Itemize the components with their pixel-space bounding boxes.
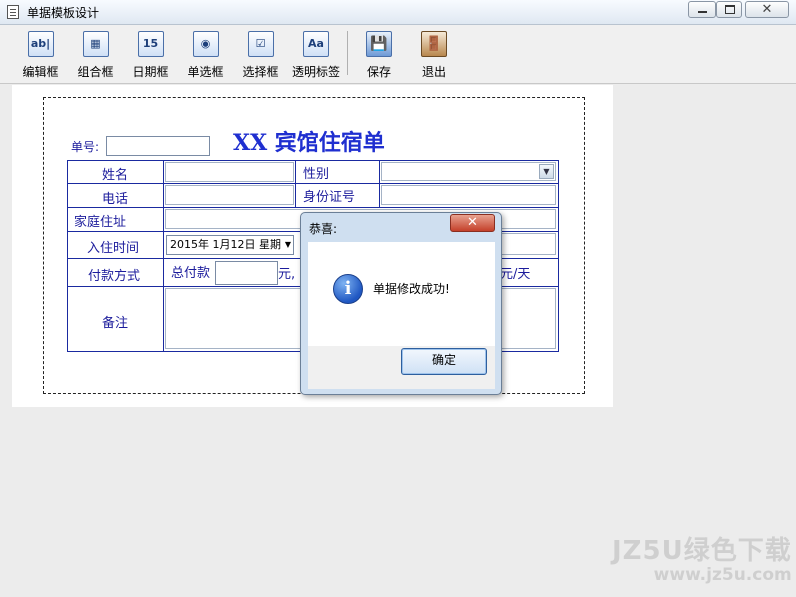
name-label: 姓名 — [102, 168, 129, 183]
radio-icon: ◉ — [192, 31, 219, 57]
number-input[interactable] — [106, 136, 210, 156]
tool-label: 单选框 — [187, 65, 224, 79]
gender-label: 性别 — [303, 167, 330, 182]
edit-box-tool-button[interactable]: ab| 编辑框 — [18, 31, 63, 83]
minimize-button[interactable] — [688, 1, 716, 18]
tool-label: 退出 — [421, 65, 446, 79]
window-title: 单据模板设计 — [27, 6, 100, 20]
textbox-icon: ab| — [27, 31, 54, 57]
exit-door-icon: 🚪 — [421, 31, 447, 57]
total-input[interactable] — [215, 261, 278, 285]
phone-input[interactable] — [165, 185, 294, 205]
dialog-title: 恭喜: — [309, 222, 338, 236]
dialog-close-button[interactable]: ✕ — [450, 214, 495, 232]
form-heading[interactable]: XX 宾馆住宿单 — [233, 125, 385, 157]
address-label: 家庭住址 — [74, 215, 127, 230]
number-label: 单号: — [71, 140, 100, 154]
toolbar-separator — [347, 31, 348, 75]
message-dialog: 恭喜: ✕ i 单据修改成功! 确定 — [300, 212, 502, 395]
save-icon: 💾 — [366, 31, 392, 57]
checkin-time-label: 入住时间 — [87, 241, 140, 256]
tool-label: 日期框 — [132, 65, 169, 79]
id-card-input[interactable] — [381, 185, 556, 205]
date-value: 2015年 1月12日 星期 — [170, 238, 281, 251]
combo-box-tool-button[interactable]: ▦ 组合框 — [73, 31, 118, 83]
chevron-down-icon[interactable]: ▼ — [539, 164, 554, 179]
watermark-line2: www.jz5u.com — [653, 565, 792, 585]
phone-label: 电话 — [102, 192, 129, 207]
ok-button[interactable]: 确定 — [401, 348, 487, 375]
dialog-message: 单据修改成功! — [373, 282, 450, 296]
check-box-tool-button[interactable]: ☑ 选择框 — [238, 31, 283, 83]
id-card-label: 身份证号 — [303, 190, 356, 205]
checkin-date-picker[interactable]: 2015年 1月12日 星期 ▼ — [166, 235, 294, 255]
info-icon: i — [333, 274, 363, 304]
remark-label: 备注 — [102, 316, 129, 331]
tool-label: 保存 — [366, 65, 391, 79]
payment-label: 付款方式 — [88, 269, 141, 284]
maximize-button[interactable] — [716, 1, 742, 18]
checkbox-icon: ☑ — [247, 31, 274, 57]
date-box-tool-button[interactable]: 15 日期框 — [128, 31, 173, 83]
tool-label: 透明标签 — [291, 65, 340, 79]
close-button[interactable]: ✕ — [745, 1, 789, 18]
tool-label: 组合框 — [77, 65, 114, 79]
watermark: JZ5U绿色下载 www.jz5u.com — [612, 530, 792, 585]
watermark-line1: JZ5U绿色下载 — [612, 536, 792, 566]
radio-box-tool-button[interactable]: ◉ 单选框 — [183, 31, 228, 83]
name-input[interactable] — [165, 162, 294, 182]
title-bar: 单据模板设计 ✕ — [0, 0, 796, 25]
toolbar: ab| 编辑框 ▦ 组合框 15 日期框 ◉ 单选框 ☑ 选择框 Aa 透明标签… — [0, 25, 796, 84]
tool-label: 选择框 — [242, 65, 279, 79]
checkout-field[interactable] — [497, 233, 556, 255]
combobox-icon: ▦ — [82, 31, 109, 57]
tool-label: 编辑框 — [22, 65, 59, 79]
label-icon: Aa — [303, 31, 329, 57]
save-button[interactable]: 💾 保存 — [361, 31, 397, 83]
yuan-label: 元, — [278, 267, 296, 282]
transparent-label-tool-button[interactable]: Aa 透明标签 — [289, 31, 343, 83]
chevron-down-icon[interactable]: ▼ — [285, 236, 291, 254]
calendar-icon: 15 — [137, 31, 164, 57]
total-label: 总付款 — [171, 266, 211, 281]
gender-select[interactable]: ▼ — [381, 162, 556, 181]
app-icon — [7, 5, 19, 19]
per-day-label: 元/天 — [500, 267, 531, 282]
exit-button[interactable]: 🚪 退出 — [416, 31, 452, 83]
